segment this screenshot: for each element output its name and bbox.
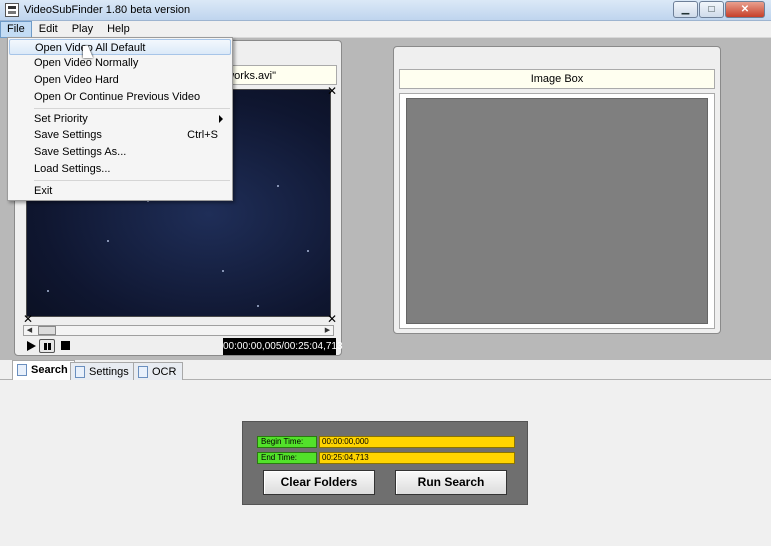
tab-settings[interactable]: Settings (70, 362, 136, 380)
menu-open-video-hard[interactable]: Open Video Hard (9, 72, 231, 88)
menu-edit[interactable]: Edit (32, 21, 65, 38)
run-search-button[interactable]: Run Search (395, 470, 507, 495)
video-position-scrollbar[interactable]: ◀ ▶ (23, 325, 334, 336)
maximize-button[interactable]: □ (699, 1, 724, 18)
page-icon (138, 366, 148, 378)
submenu-arrow-icon (219, 115, 223, 123)
video-star (107, 240, 109, 242)
menu-exit[interactable]: Exit (9, 183, 231, 199)
menu-play[interactable]: Play (65, 21, 100, 38)
menu-bar: File Edit Play Help (0, 21, 771, 38)
menu-help[interactable]: Help (100, 21, 137, 38)
menu-separator (34, 108, 230, 109)
menu-save-settings-as[interactable]: Save Settings As... (9, 144, 231, 160)
menu-set-priority-label: Set Priority (34, 113, 88, 125)
begin-time-field[interactable]: 00:00:00,000 (319, 436, 515, 448)
image-box-title: Image Box (399, 69, 715, 89)
menu-save-settings-label: Save Settings (34, 129, 102, 141)
video-star (307, 250, 309, 252)
begin-time-label: Begin Time: (257, 436, 317, 448)
clear-folders-button[interactable]: Clear Folders (263, 470, 375, 495)
menu-open-video-normally[interactable]: Open Video Normally (9, 55, 231, 71)
menu-separator (34, 180, 230, 181)
search-tab-content: Begin Time: 00:00:00,000 End Time: 00:25… (0, 380, 771, 546)
video-star (222, 270, 224, 272)
menu-open-or-continue[interactable]: Open Or Continue Previous Video (9, 89, 231, 105)
close-button[interactable]: ✕ (725, 1, 765, 18)
title-bar: VideoSubFinder 1.80 beta version ▁ □ ✕ (0, 0, 771, 21)
minimize-button[interactable]: ▁ (673, 1, 698, 18)
end-time-label: End Time: (257, 452, 317, 464)
mouse-cursor-icon (83, 46, 93, 58)
crop-corner-icon[interactable]: ✕ (327, 313, 337, 325)
scroll-left-icon[interactable]: ◀ (24, 326, 35, 335)
page-icon (17, 364, 27, 376)
window-title: VideoSubFinder 1.80 beta version (24, 4, 191, 16)
window-controls: ▁ □ ✕ (672, 1, 765, 18)
menu-set-priority[interactable]: Set Priority (9, 111, 231, 127)
tab-label: Search (31, 364, 68, 376)
image-box-panel: Image Box (393, 46, 721, 334)
search-panel: Begin Time: 00:00:00,000 End Time: 00:25… (242, 421, 528, 505)
scroll-right-icon[interactable]: ▶ (322, 326, 333, 335)
crop-corner-icon[interactable]: ✕ (23, 313, 33, 325)
menu-file[interactable]: File (0, 21, 32, 38)
tab-search[interactable]: Search (12, 360, 75, 381)
page-icon (75, 366, 85, 378)
play-icon[interactable] (24, 339, 40, 353)
menu-load-settings[interactable]: Load Settings... (9, 161, 231, 177)
tab-strip: Search Settings OCR (0, 360, 771, 381)
time-display: 00:00:00,005/00:25:04,713 (223, 338, 343, 355)
tab-label: Settings (89, 366, 129, 378)
image-box-frame (399, 93, 715, 329)
crop-corner-icon[interactable]: ✕ (327, 85, 337, 97)
tab-ocr[interactable]: OCR (133, 362, 184, 380)
app-icon (5, 3, 19, 17)
end-time-field[interactable]: 00:25:04,713 (319, 452, 515, 464)
pause-icon[interactable] (39, 339, 55, 353)
stop-icon[interactable] (59, 339, 75, 353)
video-star (277, 185, 279, 187)
video-star (47, 290, 49, 292)
menu-save-settings[interactable]: Save Settings Ctrl+S (9, 127, 231, 143)
image-box-display (406, 98, 708, 324)
menu-open-video-all-default[interactable]: Open Video All Default (9, 39, 231, 55)
shortcut-label: Ctrl+S (187, 129, 218, 141)
file-menu-dropdown: Open Video All Default Open Video Normal… (7, 37, 233, 201)
tab-label: OCR (152, 366, 177, 378)
video-star (257, 305, 259, 307)
scroll-thumb[interactable] (38, 326, 56, 335)
